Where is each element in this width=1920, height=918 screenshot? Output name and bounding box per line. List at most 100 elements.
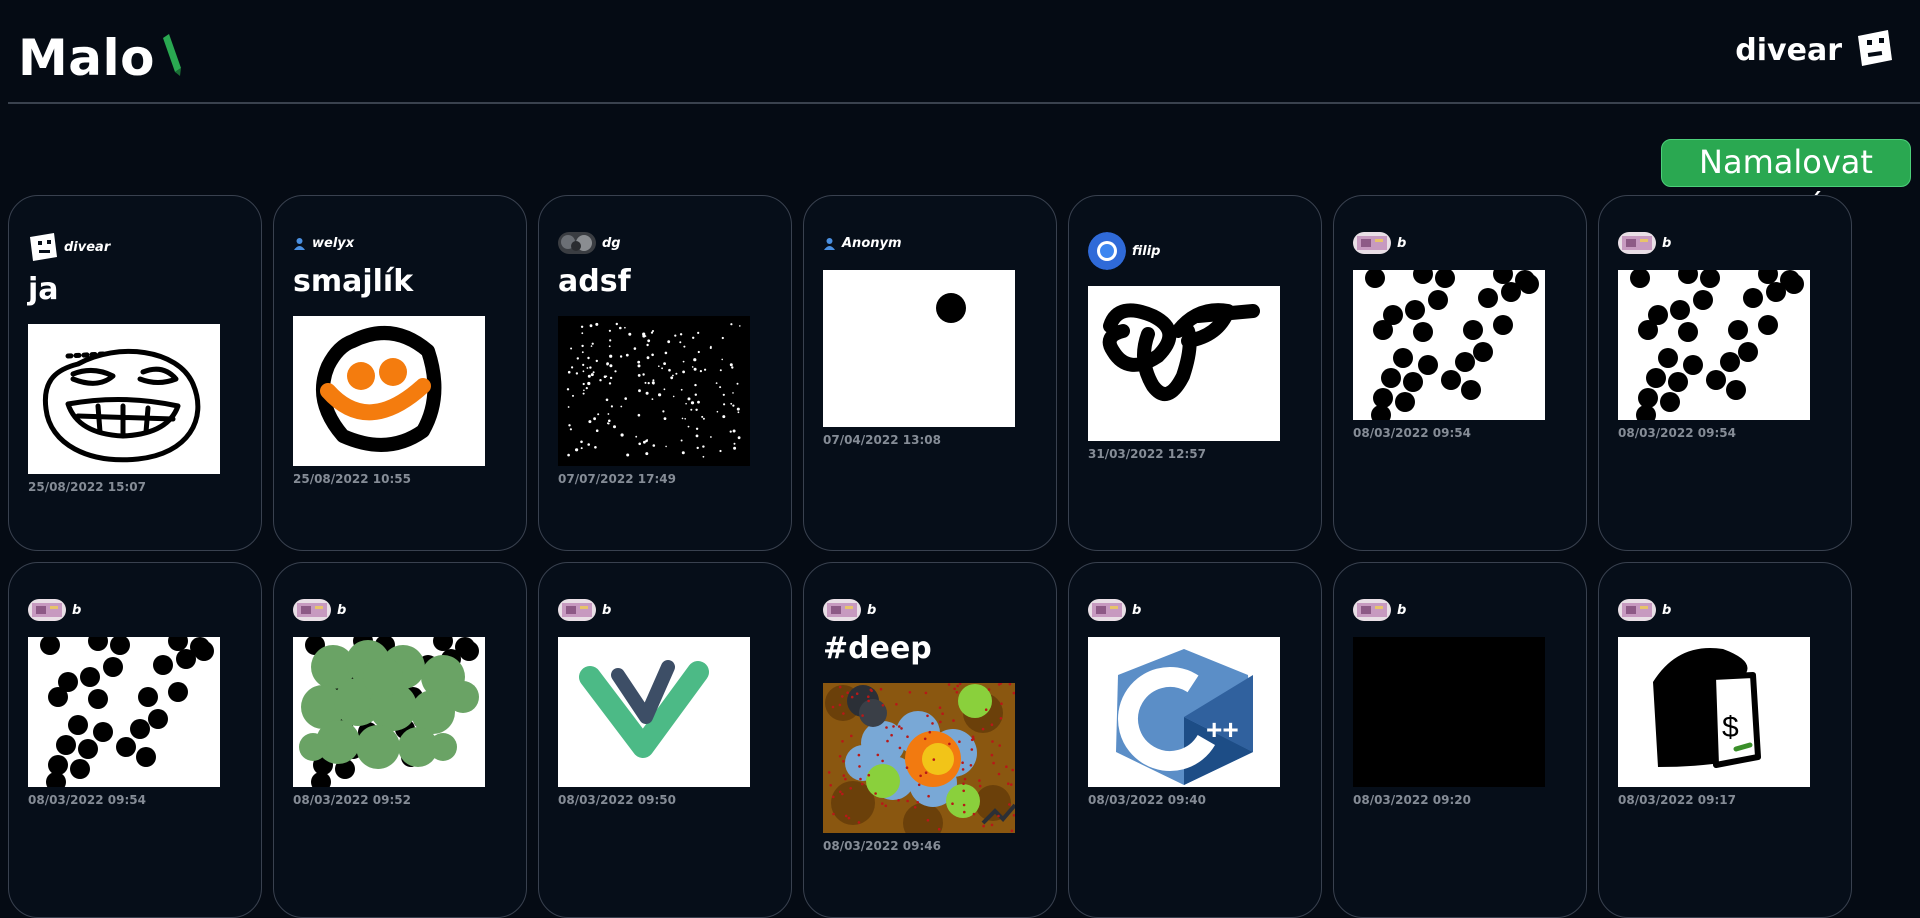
default-user-icon [293, 237, 306, 250]
author-photo [823, 599, 861, 621]
author-avatar-icon [28, 232, 58, 262]
card-date: 25/08/2022 10:55 [293, 472, 411, 486]
logo-text: Malo [18, 29, 155, 87]
card-author: filip [1088, 232, 1302, 270]
drawings-grid: divear ja 25/08/2022 15:07 welyx smajlík… [8, 195, 1852, 918]
header: Malo divear [0, 0, 1920, 104]
svg-text:++: ++ [1206, 714, 1239, 745]
author-name: dg [602, 235, 621, 251]
author-photo [1618, 232, 1656, 254]
drawing-thumbnail: $ [1618, 637, 1810, 787]
card-date: 08/03/2022 09:54 [1353, 426, 1471, 440]
drawing-card[interactable]: b #deep 08/03/2022 09:46 [803, 562, 1057, 918]
drawing-card[interactable]: b 08/03/2022 09:54 [8, 562, 262, 918]
card-date: 08/03/2022 09:54 [1618, 426, 1736, 440]
card-date: 07/04/2022 13:08 [823, 433, 941, 447]
drawing-thumbnail [293, 637, 485, 787]
author-name: b [867, 602, 877, 618]
default-user-icon [823, 237, 836, 250]
author-name: welyx [312, 235, 355, 251]
author-name: b [72, 602, 82, 618]
card-date: 08/03/2022 09:52 [293, 793, 411, 807]
author-photo [1353, 599, 1391, 621]
user-menu[interactable]: divear [1735, 28, 1894, 72]
card-author: b [1618, 232, 1832, 254]
card-date: 08/03/2022 09:40 [1088, 793, 1206, 807]
author-name: b [1662, 602, 1672, 618]
author-name: b [337, 602, 347, 618]
drawing-card[interactable]: b ++ 08/03/2022 09:40 [1068, 562, 1322, 918]
author-photo [1088, 232, 1126, 270]
drawing-thumbnail [1353, 637, 1545, 787]
author-name: b [1132, 602, 1142, 618]
author-name: b [1662, 235, 1672, 251]
card-author: b [28, 599, 242, 621]
drawing-thumbnail [823, 683, 1015, 833]
author-name: Anonym [842, 235, 902, 251]
card-author: welyx [293, 232, 507, 254]
drawing-card[interactable]: b 08/03/2022 09:52 [273, 562, 527, 918]
card-date: 08/03/2022 09:17 [1618, 793, 1736, 807]
drawing-card[interactable]: b $ 08/03/2022 09:17 [1598, 562, 1852, 918]
author-photo [1618, 599, 1656, 621]
drawing-card[interactable]: b 08/03/2022 09:54 [1598, 195, 1852, 551]
card-title: adsf [558, 264, 631, 299]
header-divider [8, 102, 1920, 104]
drawing-card[interactable]: dg adsf 07/07/2022 17:49 [538, 195, 792, 551]
drawing-thumbnail [823, 270, 1015, 427]
author-name: divear [64, 239, 111, 255]
drawing-card[interactable]: welyx smajlík 25/08/2022 10:55 [273, 195, 527, 551]
card-date: 08/03/2022 09:20 [1353, 793, 1471, 807]
author-name: b [1397, 235, 1407, 251]
svg-text:$: $ [1722, 711, 1739, 744]
drawing-thumbnail [1353, 270, 1545, 420]
author-photo [293, 599, 331, 621]
drawing-thumbnail [28, 324, 220, 474]
drawing-card[interactable]: b 08/03/2022 09:50 [538, 562, 792, 918]
card-author: b [823, 599, 1037, 621]
author-photo [1353, 232, 1391, 254]
card-date: 25/08/2022 15:07 [28, 480, 146, 494]
pencil-icon [161, 34, 183, 80]
card-author: b [1618, 599, 1832, 621]
drawing-card[interactable]: b 08/03/2022 09:20 [1333, 562, 1587, 918]
user-name: divear [1735, 32, 1842, 68]
card-author: b [1088, 599, 1302, 621]
card-date: 31/03/2022 12:57 [1088, 447, 1206, 461]
drawing-thumbnail [1088, 286, 1280, 441]
card-author: b [293, 599, 507, 621]
card-author: b [1353, 232, 1567, 254]
drawing-card[interactable]: filip 31/03/2022 12:57 [1068, 195, 1322, 551]
card-author: dg [558, 232, 772, 254]
author-name: b [602, 602, 612, 618]
card-author: b [1353, 599, 1567, 621]
author-photo [558, 599, 596, 621]
card-author: b [558, 599, 772, 621]
card-author: divear [28, 232, 242, 262]
new-drawing-button[interactable]: Namalovat nový [1661, 139, 1911, 225]
author-photo [1088, 599, 1126, 621]
card-title: #deep [823, 631, 932, 666]
drawing-thumbnail [558, 637, 750, 787]
drawing-thumbnail [28, 637, 220, 787]
author-name: b [1397, 602, 1407, 618]
card-date: 08/03/2022 09:46 [823, 839, 941, 853]
author-name: filip [1132, 243, 1161, 259]
author-photo [28, 599, 66, 621]
drawing-card[interactable]: b 08/03/2022 09:54 [1333, 195, 1587, 551]
card-date: 08/03/2022 09:50 [558, 793, 676, 807]
drawing-card[interactable]: Anonym 07/04/2022 13:08 [803, 195, 1057, 551]
drawing-thumbnail [558, 316, 750, 466]
author-photo [558, 232, 596, 254]
user-avatar-icon [1854, 28, 1894, 72]
logo[interactable]: Malo [18, 28, 183, 88]
drawing-thumbnail [1618, 270, 1810, 420]
card-title: ja [28, 272, 59, 307]
card-date: 07/07/2022 17:49 [558, 472, 676, 486]
card-date: 08/03/2022 09:54 [28, 793, 146, 807]
card-title: smajlík [293, 264, 414, 299]
card-author: Anonym [823, 232, 1037, 254]
drawing-thumbnail: ++ [1088, 637, 1280, 787]
drawing-card[interactable]: divear ja 25/08/2022 15:07 [8, 195, 262, 551]
drawing-thumbnail [293, 316, 485, 466]
